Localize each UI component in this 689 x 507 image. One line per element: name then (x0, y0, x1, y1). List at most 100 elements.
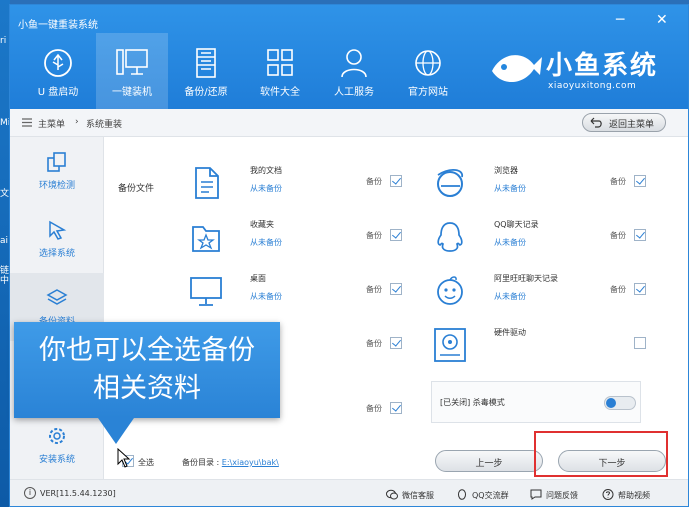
section-label: 备份文件 (118, 184, 155, 194)
item-status: 从未备份 (494, 184, 526, 193)
checkbox[interactable] (634, 337, 646, 349)
backup-dir-label: 备份目录 : (182, 458, 220, 467)
item-status: 从未备份 (250, 238, 282, 247)
checkbox[interactable] (634, 283, 646, 295)
item-name: 我的文档 (250, 166, 282, 175)
usb-icon (44, 49, 72, 77)
antivirus-toggle[interactable] (604, 396, 636, 410)
footer-link-wechat[interactable]: 微信客服 (386, 489, 434, 501)
back-to-main-button[interactable]: 返回主菜单 (582, 113, 666, 132)
checkbox[interactable] (390, 175, 402, 187)
footer-link-label: 微信客服 (402, 491, 434, 500)
back-button-label: 返回主菜单 (609, 120, 655, 130)
header-bar: 小鱼一键重装系统 ─ ✕ U 盘启动 一键装机 备份/还原 软件大全 人工服务 … (10, 5, 688, 109)
brand-name: 小鱼系统 (546, 51, 659, 81)
backup-checkbox-favorites[interactable]: 备份 (366, 229, 410, 243)
callout-line-1: 你也可以全选备份 (39, 335, 255, 366)
backup-checkbox-wangwang-chat[interactable]: 备份 (610, 283, 654, 297)
item-status: 从未备份 (494, 238, 526, 247)
backup-item-desktop: 桌面 从未备份 (188, 273, 418, 323)
callout-pointer (98, 418, 134, 444)
footer-link-label: 问题反馈 (546, 491, 578, 500)
item-name: 阿里旺旺聊天记录 (494, 274, 558, 283)
checkbox[interactable] (390, 402, 402, 414)
layers-icon (46, 289, 68, 305)
backup-dir-link[interactable]: E:\xiaoyu\bak\ (222, 458, 279, 467)
nav-backup-restore[interactable]: 备份/还原 (170, 33, 242, 109)
nav-manual-service[interactable]: 人工服务 (318, 33, 390, 109)
item-name: 浏览器 (494, 166, 518, 175)
close-button[interactable]: ✕ (656, 13, 668, 27)
sidebar-item-label: 选择系统 (38, 249, 75, 259)
breadcrumb-separator: › (75, 117, 79, 127)
desktop-label: 中 (0, 276, 10, 286)
server-icon (196, 48, 216, 78)
antivirus-mode-panel: [已关闭] 杀毒模式 (431, 381, 641, 423)
brand-url: xiaoyuxitong.com (548, 81, 637, 91)
backup-checkbox-my-documents[interactable]: 备份 (366, 175, 410, 189)
select-all-label: 全选 (138, 458, 154, 467)
antivirus-label: [已关闭] 杀毒模式 (440, 398, 505, 407)
toggle-knob (606, 398, 616, 408)
brand-logo: 小鱼系统 xiaoyuxitong.com (488, 45, 678, 95)
sidebar: 环境检测 选择系统 备份资料 安装系统 (10, 137, 104, 479)
checkbox[interactable] (390, 337, 402, 349)
backup-panel: 备份文件 我的文档 从未备份 收藏夹 从未备份 桌面 从未备份 备份 备份 备份… (104, 137, 688, 479)
footer-link-qq-group[interactable]: QQ交流群 (456, 489, 509, 501)
checkbox-label: 备份 (366, 339, 382, 348)
copy-icon (47, 152, 66, 172)
item-status: 从未备份 (250, 292, 282, 301)
backup-item-hardware-driver: 硬件驱动 (432, 327, 662, 377)
footer-link-help-video[interactable]: 帮助视频 (602, 489, 650, 501)
item-status: 从未备份 (494, 292, 526, 301)
feedback-icon (530, 489, 542, 500)
pointer-icon (49, 220, 67, 240)
wechat-icon (386, 489, 398, 500)
sidebar-item-environment[interactable]: 环境检测 (10, 137, 104, 205)
footer-link-feedback[interactable]: 问题反馈 (530, 489, 578, 501)
checkbox[interactable] (634, 175, 646, 187)
apps-grid-icon (267, 49, 293, 76)
breadcrumb-home[interactable]: 主菜单 (38, 117, 65, 130)
sidebar-item-select-system[interactable]: 选择系统 (10, 205, 104, 273)
checkbox[interactable] (390, 283, 402, 295)
checkbox-label: 备份 (366, 177, 382, 186)
sidebar-item-install-system[interactable]: 安装系统 (10, 411, 104, 479)
desktop-label: ri (0, 36, 7, 46)
nav-label: 一键装机 (112, 87, 152, 98)
document-icon (195, 167, 219, 199)
nav-usb-boot[interactable]: U 盘启动 (22, 33, 94, 109)
backup-checkbox-item-5[interactable]: 备份 (366, 402, 410, 416)
monitor-icon (190, 277, 222, 306)
menu-icon (22, 118, 32, 127)
checkbox-label: 备份 (366, 285, 382, 294)
backup-checkbox-browser[interactable]: 备份 (610, 175, 654, 189)
mouse-cursor-icon (117, 448, 131, 468)
desktop-label: 文 (0, 189, 10, 199)
driver-icon (434, 328, 466, 362)
nav-software[interactable]: 软件大全 (244, 33, 316, 109)
favorites-folder-icon (192, 226, 220, 252)
nav-label: U 盘启动 (37, 87, 79, 98)
backup-checkbox-desktop[interactable]: 备份 (366, 283, 410, 297)
backup-item-browser: 浏览器 从未备份 (432, 165, 662, 215)
checkbox[interactable] (390, 229, 402, 241)
nav-one-click-install[interactable]: 一键装机 (96, 33, 168, 109)
checkbox-label: 备份 (610, 177, 626, 186)
nav-official-site[interactable]: 官方网站 (392, 33, 464, 109)
footer-link-label: 帮助视频 (618, 491, 650, 500)
backup-checkbox-qq-chat[interactable]: 备份 (610, 229, 654, 243)
backup-checkbox-hardware-driver[interactable] (610, 337, 654, 351)
nav-label: 备份/还原 (184, 87, 228, 98)
footer-bar: i VER[11.5.44.1230] 微信客服 QQ交流群 问题反馈 帮助视频 (10, 479, 688, 506)
minimize-button[interactable]: ─ (616, 13, 624, 27)
window-title: 小鱼一键重装系统 (18, 20, 98, 31)
previous-step-button[interactable]: 上一步 (435, 450, 543, 472)
item-name: 硬件驱动 (494, 328, 526, 337)
backup-checkbox-item-4[interactable]: 备份 (366, 337, 410, 351)
item-name: QQ聊天记录 (494, 220, 539, 229)
checkbox[interactable] (634, 229, 646, 241)
browser-icon (437, 169, 463, 197)
desktop-label: ai (0, 236, 9, 246)
help-icon (602, 489, 614, 500)
